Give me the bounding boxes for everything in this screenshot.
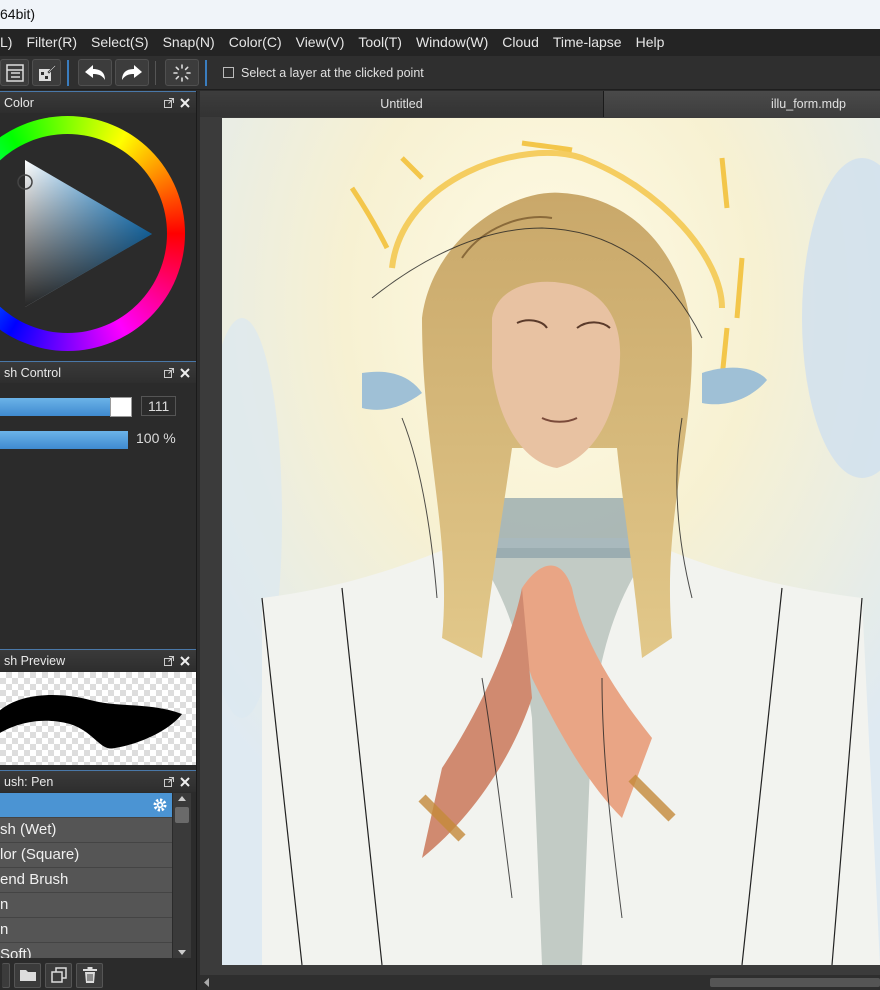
brush-list: sh (Wet) lor (Square) end Brush n n Soft…	[0, 793, 172, 958]
window-title: 64bit)	[0, 6, 36, 22]
menu-snap[interactable]: Snap(N)	[156, 29, 222, 56]
scroll-up-icon[interactable]	[173, 793, 191, 805]
brush-item[interactable]: n	[0, 893, 172, 918]
brush-list-scrollbar[interactable]	[173, 793, 191, 958]
scrollbar-thumb[interactable]	[710, 978, 880, 987]
popout-icon[interactable]	[164, 655, 174, 666]
deselect-icon	[173, 63, 191, 82]
menu-color[interactable]: Color(C)	[222, 29, 289, 56]
popout-icon[interactable]	[164, 776, 174, 787]
deselect-button[interactable]	[165, 59, 199, 86]
color-wheel-panel	[0, 114, 196, 359]
close-icon[interactable]	[180, 776, 190, 787]
brush-preview	[0, 672, 196, 765]
layer-settings-icon	[5, 63, 24, 82]
brush-control-title: sh Control	[4, 365, 61, 380]
app-window: 64bit) L) Filter(R) Select(S) Snap(N) Co…	[0, 0, 880, 990]
redo-icon	[122, 64, 142, 80]
brush-item[interactable]: sh (Wet)	[0, 818, 172, 843]
saturation-value-triangle[interactable]	[0, 114, 196, 359]
layer-edit-icon	[38, 63, 57, 81]
scrollbar-thumb[interactable]	[175, 807, 189, 823]
undo-icon	[85, 64, 105, 80]
close-icon[interactable]	[180, 367, 190, 378]
delete-icon	[82, 967, 97, 983]
redo-button[interactable]	[115, 59, 149, 86]
brush-item[interactable]: end Brush	[0, 868, 172, 893]
delete-button[interactable]	[76, 962, 103, 988]
menu-timelapse[interactable]: Time-lapse	[546, 29, 629, 56]
size-value[interactable]: 111	[141, 396, 177, 416]
duplicate-button[interactable]	[45, 962, 72, 988]
menu-help[interactable]: Help	[629, 29, 672, 56]
left-panels: Color sh Control 111 100 % sh Preview us…	[0, 91, 197, 990]
menu-filter[interactable]: Filter(R)	[19, 29, 84, 56]
menu-view[interactable]: View(V)	[289, 29, 352, 56]
undo-button[interactable]	[78, 59, 112, 86]
canvas-area[interactable]	[200, 117, 880, 975]
menu-bar: L) Filter(R) Select(S) Snap(N) Color(C) …	[0, 29, 880, 56]
size-slider[interactable]	[0, 397, 133, 417]
brush-preview-header: sh Preview	[0, 649, 196, 671]
horizontal-scrollbar[interactable]	[200, 975, 880, 990]
color-panel-header: Color	[0, 91, 196, 113]
close-icon[interactable]	[180, 97, 190, 108]
artwork-canvas[interactable]	[222, 118, 880, 965]
brush-list-header: ush: Pen	[0, 770, 196, 792]
brush-stroke-preview	[0, 695, 182, 749]
brush-list-title: ush: Pen	[4, 774, 54, 789]
menu-window[interactable]: Window(W)	[409, 29, 495, 56]
toolbar-separator	[67, 59, 69, 86]
toolbar-separator	[205, 59, 207, 86]
close-icon[interactable]	[180, 655, 190, 666]
select-layer-checkbox[interactable]: Select a layer at the clicked point	[223, 66, 424, 80]
tab-untitled[interactable]: Untitled	[200, 91, 604, 117]
brush-preview-title: sh Preview	[4, 653, 66, 668]
tab-illu-form[interactable]: illu_form.mdp	[604, 91, 880, 117]
duplicate-icon	[50, 967, 67, 983]
select-layer-label: Select a layer at the clicked point	[241, 65, 424, 80]
opacity-slider[interactable]	[0, 430, 128, 450]
brush-item[interactable]: lor (Square)	[0, 843, 172, 868]
toolbar: Select a layer at the clicked point	[0, 56, 880, 90]
toolbar-separator	[155, 60, 156, 85]
scroll-down-icon[interactable]	[173, 946, 191, 958]
menu-cloud[interactable]: Cloud	[495, 29, 546, 56]
folder-icon	[19, 970, 36, 981]
layer-actions-bar	[0, 960, 196, 990]
checkbox-box[interactable]	[223, 67, 234, 78]
document-tabs: Untitled illu_form.mdp	[200, 91, 880, 117]
brush-item-selected[interactable]	[0, 793, 172, 818]
new-layer-button[interactable]	[2, 962, 10, 988]
brush-control-header: sh Control	[0, 361, 196, 383]
brush-item[interactable]: n	[0, 918, 172, 943]
layer-settings-button[interactable]	[0, 59, 29, 86]
title-bar: 64bit)	[0, 0, 880, 29]
size-slider-handle[interactable]	[110, 397, 132, 417]
color-panel-title: Color	[4, 95, 34, 110]
gear-icon[interactable]	[152, 797, 168, 813]
menu-select[interactable]: Select(S)	[84, 29, 156, 56]
brush-control-panel: 111 100 %	[0, 392, 196, 647]
scroll-left-icon[interactable]	[203, 978, 211, 987]
popout-icon[interactable]	[164, 367, 174, 378]
menu-tool[interactable]: Tool(T)	[351, 29, 409, 56]
layer-edit-button[interactable]	[32, 59, 61, 86]
opacity-value[interactable]: 100 %	[136, 430, 176, 446]
popout-icon[interactable]	[164, 97, 174, 108]
menu-layer[interactable]: L)	[0, 29, 19, 56]
folder-button[interactable]	[14, 962, 41, 988]
brush-item[interactable]: Soft)	[0, 943, 172, 958]
